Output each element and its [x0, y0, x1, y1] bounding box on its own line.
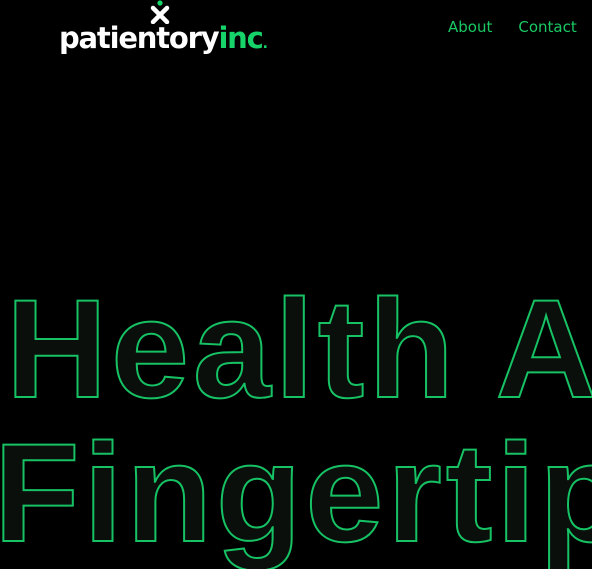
nav-link-contact[interactable]: Contact — [518, 17, 576, 37]
brand-name-secondary: inc — [218, 21, 263, 55]
brand-name-primary: patientory — [59, 21, 220, 55]
hero-headline-line1: Health A — [6, 270, 592, 427]
brand-wordmark: patientoryinc. — [59, 18, 268, 64]
brand-name-dot: . — [262, 36, 268, 52]
brand-logo[interactable]: patientoryinc. — [59, 0, 274, 60]
hero-headline-line2: Fingertip — [0, 414, 592, 569]
nav-link-about[interactable]: About — [448, 17, 492, 37]
hero-headline-svg: Health A Fingertip — [0, 269, 592, 569]
hero-section: Health A Fingertip — [0, 0, 592, 569]
top-nav: About Contact — [448, 17, 577, 37]
page: Health A Fingertip patientoryinc. About … — [0, 0, 592, 569]
